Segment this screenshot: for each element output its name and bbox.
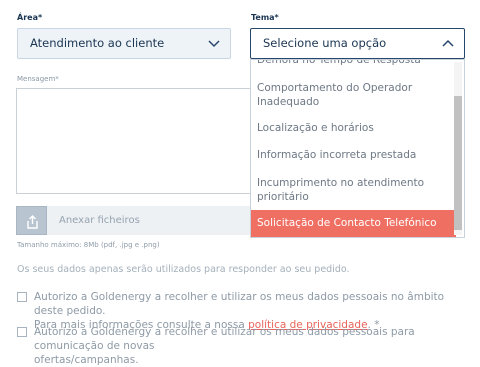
attachments-hint: Tamanho máximo: 8Mb (pdf, .jpg e .png)	[17, 241, 160, 249]
consent-data-checkbox[interactable]	[17, 292, 27, 302]
tema-option[interactable]: Localização e horários	[251, 121, 456, 137]
tema-option[interactable]: Demora no Tempo de Resposta	[251, 60, 456, 69]
consent-marketing-checkbox[interactable]	[17, 327, 27, 337]
tema-option[interactable]: Comportamento do Operador Inadequado	[251, 79, 456, 111]
tema-select-placeholder: Selecione uma opção	[263, 36, 387, 50]
consent-marketing-line1: Autorizo a Goldenergy a recolher e utili…	[34, 326, 415, 352]
attachments-label: Anexar ficheiros	[59, 215, 140, 226]
attachments-field[interactable]: Anexar ficheiros	[47, 206, 257, 235]
chevron-down-icon	[208, 29, 220, 69]
area-select[interactable]: Atendimento ao cliente	[17, 28, 231, 59]
area-select-value: Atendimento ao cliente	[30, 36, 165, 50]
tema-option[interactable]: Incumprimento no atendimento prioritário	[251, 174, 456, 206]
tema-dropdown-list: Demora no Tempo de Resposta Comportament…	[250, 59, 465, 238]
upload-icon	[26, 214, 39, 233]
dropdown-scrollbar-thumb[interactable]	[454, 96, 462, 230]
tema-option[interactable]: Informação incorreta prestada	[251, 148, 456, 164]
consent-marketing-line2: ofertas/campanhas.	[34, 354, 139, 366]
consent-marketing-text: Autorizo a Goldenergy a recolher e utili…	[34, 325, 474, 367]
consent-data-line1: Autorizo a Goldenergy a recolher e utili…	[34, 291, 445, 317]
privacy-notice: Os seus dados apenas serão utilizados pa…	[17, 264, 350, 275]
tema-label: Tema*	[251, 13, 279, 22]
tema-select[interactable]: Selecione uma opção	[250, 28, 465, 59]
area-label: Área*	[17, 13, 43, 22]
tema-option-highlighted[interactable]: Solicitação de Contacto Telefónico	[251, 210, 456, 237]
mensagem-label: Mensagem*	[17, 75, 59, 83]
mensagem-textarea[interactable]	[16, 88, 254, 194]
upload-button[interactable]	[16, 206, 47, 235]
